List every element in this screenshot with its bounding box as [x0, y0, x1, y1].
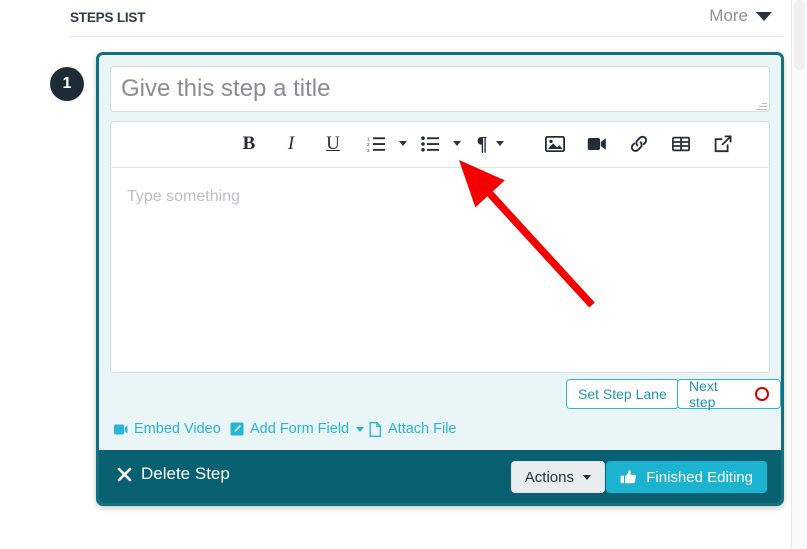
italic-icon[interactable]: I	[276, 130, 306, 158]
svg-text:3: 3	[367, 148, 370, 153]
attach-file-link[interactable]: Attach File	[369, 421, 457, 437]
header-divider	[70, 36, 782, 37]
paragraph-icon[interactable]: ¶	[467, 130, 497, 158]
ordered-list-dropdown-caret[interactable]	[399, 141, 407, 146]
red-circle-icon	[755, 387, 769, 401]
set-step-lane-label: Set Step Lane	[578, 386, 667, 402]
insert-link-icon[interactable]	[624, 130, 654, 158]
page-root: STEPS LIST More 1 BIU123¶ Type something…	[0, 0, 792, 549]
embed-video-link[interactable]: Embed Video	[111, 421, 221, 437]
more-dropdown-toggle[interactable]: More	[709, 6, 772, 26]
thumbs-up-icon	[620, 470, 637, 484]
external-link-icon[interactable]	[708, 130, 738, 158]
finished-editing-button[interactable]: Finished Editing	[606, 461, 767, 493]
close-x-icon	[117, 467, 132, 481]
file-icon	[369, 421, 382, 437]
insert-image-icon	[545, 136, 565, 152]
add-form-field-link[interactable]: Add Form Field	[230, 421, 365, 437]
actions-dropdown-button[interactable]: Actions	[510, 461, 605, 493]
pencil-square-icon	[230, 422, 244, 436]
insert-video-icon[interactable]	[582, 130, 612, 158]
embed-video-label: Embed Video	[134, 421, 221, 437]
insert-video-icon	[587, 138, 606, 150]
svg-text:2: 2	[367, 142, 370, 147]
delete-step-label: Delete Step	[141, 464, 230, 483]
paragraph-dropdown-caret[interactable]	[496, 141, 504, 146]
editor-placeholder: Type something	[127, 188, 240, 205]
page-title: STEPS LIST	[70, 10, 146, 25]
page-scrollbar-thumb[interactable]	[794, 0, 805, 70]
insert-link-icon	[630, 135, 648, 152]
step-editor-card: BIU 123 ¶ Type something Set Step Lane Nex…	[96, 52, 784, 506]
editor-content-area[interactable]: Type something	[111, 168, 769, 373]
chevron-down-icon	[356, 426, 365, 432]
insert-table-icon	[672, 136, 690, 152]
ordered-list-icon[interactable]: 123	[361, 130, 391, 158]
page-scrollbar[interactable]	[791, 0, 807, 549]
insert-table-icon[interactable]	[666, 130, 696, 158]
steps-list-header: STEPS LIST More	[70, 4, 782, 36]
more-label: More	[709, 6, 748, 25]
delete-step-button[interactable]: Delete Step	[117, 464, 230, 484]
unordered-list-icon[interactable]	[415, 130, 445, 158]
svg-text:1: 1	[367, 136, 370, 141]
add-form-field-label: Add Form Field	[250, 421, 350, 437]
insert-image-icon[interactable]	[540, 130, 570, 158]
chevron-down-icon	[756, 11, 772, 21]
rich-text-editor: B I U 1 2 3 ¶ Type something	[110, 121, 770, 373]
underline-icon[interactable]: U	[318, 130, 348, 158]
set-step-lane-button[interactable]: Set Step Lane	[566, 379, 679, 409]
finished-editing-label: Finished Editing	[646, 468, 753, 486]
unordered-list-icon	[420, 136, 439, 152]
chevron-down-icon	[583, 474, 591, 480]
step-title-input[interactable]	[110, 66, 770, 112]
next-step-button[interactable]: Next step	[677, 378, 781, 410]
bold-icon[interactable]: B	[234, 130, 264, 158]
step-number-badge: 1	[50, 67, 84, 101]
unordered-list-dropdown-caret[interactable]	[453, 141, 461, 146]
video-camera-icon	[114, 424, 128, 434]
actions-label: Actions	[524, 468, 574, 486]
step-card-footer: Delete Step Actions Finished Editing	[99, 450, 781, 503]
editor-toolbar: B I U 1 2 3 ¶	[111, 122, 769, 168]
next-step-label: Next step	[689, 378, 718, 410]
external-link-icon	[714, 135, 732, 153]
attach-file-label: Attach File	[388, 421, 457, 437]
ordered-list-icon: 123	[367, 136, 385, 153]
